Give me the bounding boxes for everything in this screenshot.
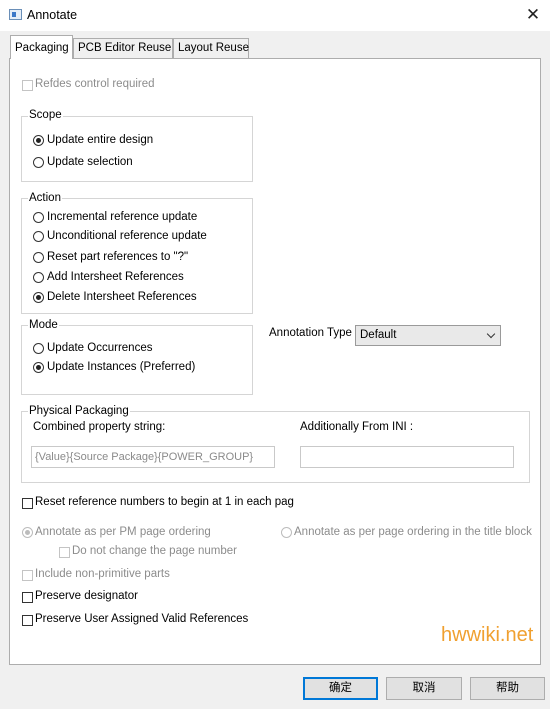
cancel-button[interactable]: 取消: [386, 677, 462, 700]
mode-group-label: Mode: [28, 319, 59, 331]
action-reset-label[interactable]: Reset part references to "?": [47, 251, 188, 263]
action-group-label: Action: [28, 192, 62, 204]
title-block-ordering-radio[interactable]: [281, 527, 292, 538]
preserve-user-refs-checkbox[interactable]: [22, 615, 33, 626]
chevron-down-icon: [486, 329, 496, 339]
refdes-control-checkbox[interactable]: [22, 80, 33, 91]
refdes-control-label: Refdes control required: [35, 78, 155, 90]
scope-entire-design-radio[interactable]: [33, 135, 44, 146]
action-incremental-radio[interactable]: [33, 212, 44, 223]
ok-button[interactable]: 确定: [303, 677, 378, 700]
mode-occurrences-label[interactable]: Update Occurrences: [47, 342, 152, 354]
physical-packaging-label: Physical Packaging: [28, 405, 130, 417]
action-delete-intersheet-radio[interactable]: [33, 292, 44, 303]
action-reset-radio[interactable]: [33, 252, 44, 263]
preserve-designator-label[interactable]: Preserve designator: [35, 590, 138, 602]
pm-page-ordering-label[interactable]: Annotate as per PM page ordering: [35, 526, 211, 538]
action-unconditional-radio[interactable]: [33, 231, 44, 242]
dialog-window-icon: [9, 9, 22, 20]
action-add-intersheet-radio[interactable]: [33, 272, 44, 283]
action-unconditional-label[interactable]: Unconditional reference update: [47, 230, 207, 242]
combined-property-input[interactable]: {Value}{Source Package}{POWER_GROUP}: [31, 446, 275, 468]
mode-instances-radio[interactable]: [33, 362, 44, 373]
scope-entire-design-label[interactable]: Update entire design: [47, 134, 153, 146]
mode-occurrences-radio[interactable]: [33, 343, 44, 354]
scope-group-label: Scope: [28, 109, 63, 121]
tab-pcb-editor-reuse[interactable]: PCB Editor Reuse: [73, 38, 173, 58]
reset-numbers-label[interactable]: Reset reference numbers to begin at 1 in…: [35, 496, 300, 508]
action-delete-intersheet-label[interactable]: Delete Intersheet References: [47, 291, 197, 303]
scope-selection-label[interactable]: Update selection: [47, 156, 133, 168]
ini-label: Additionally From INI :: [300, 421, 414, 433]
ini-input[interactable]: [300, 446, 514, 468]
no-change-page-checkbox[interactable]: [59, 547, 70, 558]
action-incremental-label[interactable]: Incremental reference update: [47, 211, 197, 223]
mode-instances-label[interactable]: Update Instances (Preferred): [47, 361, 195, 373]
annotation-type-value: Default: [360, 329, 397, 341]
preserve-designator-checkbox[interactable]: [22, 592, 33, 603]
annotation-type-select[interactable]: Default: [355, 325, 501, 346]
combined-property-label: Combined property string:: [33, 421, 166, 433]
annotation-type-label: Annotation Type: [269, 327, 352, 339]
no-change-page-label[interactable]: Do not change the page number: [72, 545, 237, 557]
reset-numbers-checkbox[interactable]: [22, 498, 33, 509]
mode-group: [21, 325, 253, 395]
scope-selection-radio[interactable]: [33, 157, 44, 168]
title-bar: Annotate ✕: [0, 0, 550, 31]
include-non-primitive-checkbox[interactable]: [22, 570, 33, 581]
scope-group: [21, 116, 253, 182]
include-non-primitive-label[interactable]: Include non-primitive parts: [35, 568, 170, 580]
preserve-user-refs-label[interactable]: Preserve User Assigned Valid References: [35, 613, 248, 625]
pm-page-ordering-radio[interactable]: [22, 527, 33, 538]
tab-packaging[interactable]: Packaging: [10, 35, 73, 59]
close-button[interactable]: ✕: [520, 3, 546, 27]
tab-layout-reuse[interactable]: Layout Reuse: [173, 38, 249, 58]
help-button[interactable]: 帮助: [470, 677, 545, 700]
window-title: Annotate: [27, 8, 78, 22]
action-add-intersheet-label[interactable]: Add Intersheet References: [47, 271, 184, 283]
watermark-text: hwwiki.net: [441, 624, 534, 646]
title-block-ordering-label[interactable]: Annotate as per page ordering in the tit…: [294, 526, 539, 538]
